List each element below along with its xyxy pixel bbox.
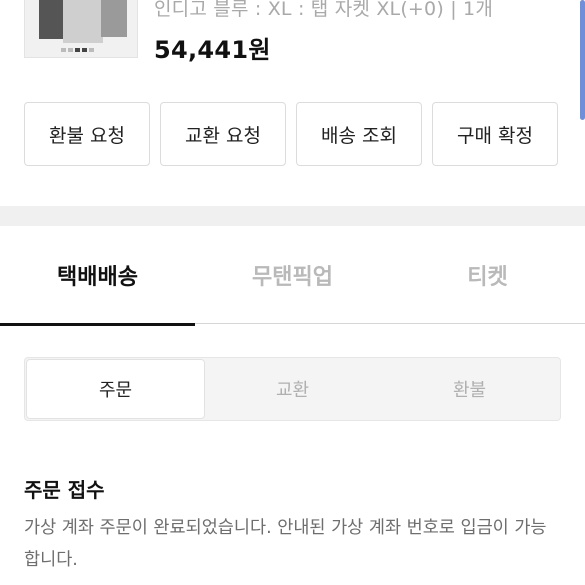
track-delivery-button[interactable]: 배송 조회 (296, 102, 422, 166)
color-swatches (61, 48, 94, 52)
shirt-image-main (63, 0, 103, 43)
segment-order[interactable]: 주문 (27, 360, 204, 418)
exchange-request-button[interactable]: 교환 요청 (160, 102, 286, 166)
segment-refund[interactable]: 환불 (381, 360, 558, 418)
delivery-type-tabs: 택배배송 무탠픽업 티켓 (0, 226, 585, 326)
segment-exchange[interactable]: 교환 (204, 360, 381, 418)
order-status-segmented-control: 주문 교환 환불 (24, 357, 561, 421)
status-title: 주문 접수 (24, 478, 105, 502)
product-price: 54,441원 (154, 36, 271, 64)
section-divider (0, 206, 585, 226)
scrollbar[interactable] (580, 0, 585, 120)
product-option-text: 인디고 블루 : XL : 탭 자켓 XL(+0) | 1개 (154, 0, 494, 20)
product-thumbnail[interactable] (24, 0, 138, 58)
order-action-buttons: 환불 요청 교환 요청 배송 조회 구매 확정 (24, 102, 558, 166)
tab-ticket[interactable]: 티켓 (390, 226, 585, 324)
tab-parcel-delivery[interactable]: 택배배송 (0, 226, 195, 326)
confirm-purchase-button[interactable]: 구매 확정 (432, 102, 558, 166)
tab-store-pickup[interactable]: 무탠픽업 (195, 226, 390, 324)
order-detail-screen: 인디고 블루 : XL : 탭 자켓 XL(+0) | 1개 54,441원 환… (0, 0, 585, 585)
refund-request-button[interactable]: 환불 요청 (24, 102, 150, 166)
status-description: 가상 계좌 주문이 완료되었습니다. 안내된 가상 계좌 번호로 입금이 가능합… (24, 518, 547, 570)
shirt-image-right (101, 0, 127, 37)
